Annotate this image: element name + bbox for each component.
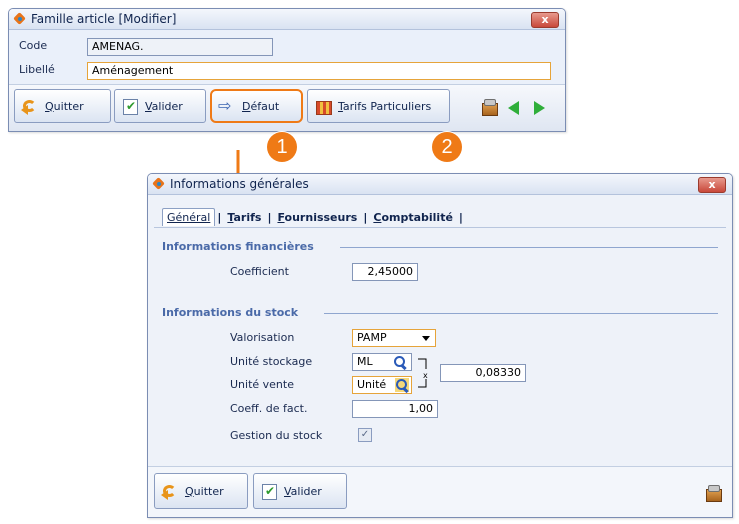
search-icon[interactable] xyxy=(395,378,409,392)
package-icon[interactable] xyxy=(704,485,722,502)
default-button[interactable]: Défaut xyxy=(210,89,303,123)
tarifs-label: Tarifs Particuliers xyxy=(338,99,432,113)
quit-label: Quitter xyxy=(185,484,224,498)
tab-fournisseurs[interactable]: Fournisseurs xyxy=(273,209,361,226)
conversion-factor-field[interactable]: 0,08330 xyxy=(440,364,526,382)
package-icon[interactable] xyxy=(480,99,498,116)
unite-vente-label: Unité vente xyxy=(230,378,294,391)
validate-button[interactable]: Valider xyxy=(253,473,347,509)
window-titlebar[interactable]: Informations générales x xyxy=(148,174,732,195)
step-badge-2: 2 xyxy=(432,132,462,162)
section-financial-title: Informations financières xyxy=(162,240,314,253)
tab-tarifs[interactable]: Tarifs xyxy=(223,209,265,226)
valorisation-label: Valorisation xyxy=(230,331,295,344)
validate-icon xyxy=(260,482,278,500)
unite-stockage-label: Unité stockage xyxy=(230,355,313,368)
famille-article-window: Famille article [Modifier] x Code AMENAG… xyxy=(8,8,566,132)
valorisation-select[interactable]: PAMP xyxy=(352,329,436,347)
code-field[interactable]: AMENAG. xyxy=(87,38,273,56)
validate-icon xyxy=(121,97,139,115)
unite-vente-field[interactable]: Unité xyxy=(352,376,412,394)
dropdown-icon[interactable] xyxy=(422,336,430,341)
unite-stockage-value: ML xyxy=(357,355,373,368)
section-stock-title: Informations du stock xyxy=(162,306,299,319)
default-label: Défaut xyxy=(242,99,280,113)
section-financial-divider xyxy=(340,247,718,248)
step-badge-1: 1 xyxy=(267,132,297,162)
valorisation-value: PAMP xyxy=(357,331,387,344)
coeff-fact-label: Coeff. de fact. xyxy=(230,402,308,415)
quit-button[interactable]: Quitter xyxy=(154,473,248,509)
close-icon[interactable]: x xyxy=(698,177,726,193)
button-bar: Quitter Valider Défaut Tarifs Particulie… xyxy=(9,84,565,131)
app-icon xyxy=(153,178,165,190)
arrow-right-icon[interactable] xyxy=(534,101,545,115)
tab-general[interactable]: Général xyxy=(162,208,216,226)
coefficient-field[interactable]: 2,45000 xyxy=(352,263,418,281)
gestion-stock-label: Gestion du stock xyxy=(230,429,323,442)
window-titlebar[interactable]: Famille article [Modifier] x xyxy=(9,9,565,30)
tarifs-particuliers-button[interactable]: Tarifs Particuliers xyxy=(307,89,450,123)
validate-label: Valider xyxy=(284,484,322,498)
tab-bar: Général | Tarifs | Fournisseurs | Compta… xyxy=(162,208,465,226)
button-bar: Quitter Valider xyxy=(148,466,732,517)
tab-separator: | xyxy=(217,210,222,224)
default-icon xyxy=(218,96,236,115)
coeff-fact-field[interactable]: 1,00 xyxy=(352,400,438,418)
tab-separator: | xyxy=(458,210,463,224)
quit-label: Quitter xyxy=(45,99,84,113)
unite-stockage-field[interactable]: ML xyxy=(352,353,412,371)
quit-button[interactable]: Quitter xyxy=(14,89,111,123)
svg-text:x: x xyxy=(423,371,428,380)
tab-comptabilite[interactable]: Comptabilité xyxy=(369,209,457,226)
tarifs-icon xyxy=(314,97,332,115)
window-title: Famille article [Modifier] xyxy=(31,12,177,26)
informations-generales-window: Informations générales x Général | Tarif… xyxy=(147,173,733,518)
arrow-left-icon[interactable] xyxy=(508,101,519,115)
search-icon[interactable] xyxy=(393,355,407,369)
validate-label: Valider xyxy=(145,99,183,113)
tab-separator: | xyxy=(363,210,368,224)
tab-underline xyxy=(154,227,726,228)
libelle-field[interactable]: Aménagement xyxy=(87,62,551,80)
section-stock-divider xyxy=(324,313,718,314)
gestion-stock-checkbox[interactable]: ✓ xyxy=(358,428,372,442)
window-title: Informations générales xyxy=(170,177,309,191)
validate-button[interactable]: Valider xyxy=(114,89,206,123)
conversion-bracket: x xyxy=(418,358,428,388)
unite-vente-value: Unité xyxy=(357,378,387,391)
quit-icon xyxy=(161,482,179,500)
libelle-label: Libellé xyxy=(19,63,55,76)
close-icon[interactable]: x xyxy=(531,12,559,28)
app-icon xyxy=(14,13,26,25)
coefficient-label: Coefficient xyxy=(230,265,289,278)
code-label: Code xyxy=(19,39,48,52)
quit-icon xyxy=(21,97,39,115)
tab-separator: | xyxy=(267,210,272,224)
